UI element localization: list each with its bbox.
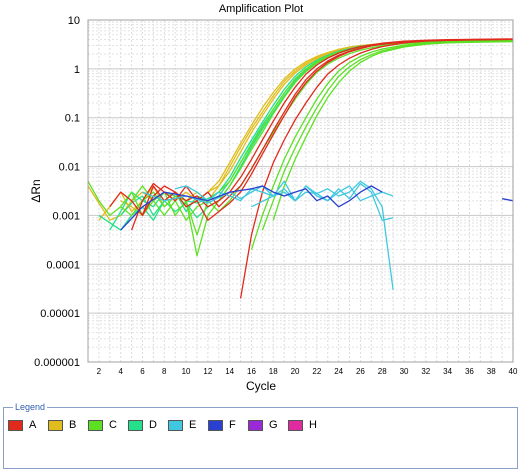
y-tick-label: 0.000001 [34, 357, 80, 369]
legend-item-e[interactable]: E [168, 419, 208, 431]
y-tick-label: 10 [68, 15, 80, 27]
plot-area: 0.0000010.000010.00010.0010.010.1110 246… [29, 3, 518, 393]
x-tick-label: 38 [487, 367, 496, 376]
amplification-chart: 0.000001 0.00001 0.0001 0.001 0.01 0.1 1 10 246… [0, 0, 521, 400]
legend-title: Legend [13, 401, 48, 413]
legend-swatch [248, 419, 263, 431]
series-line-f [501, 198, 514, 202]
legend-label: D [149, 419, 157, 431]
legend-panel: Legend A B C D E F G H [3, 401, 518, 469]
x-tick-label: 6 [140, 367, 145, 376]
legend-item-b[interactable]: B [48, 419, 88, 431]
y-tick-label: 0.01 [59, 162, 80, 174]
y-tick-label: 0.1 [65, 113, 80, 125]
x-tick-label: 32 [421, 367, 430, 376]
legend-label: A [29, 419, 37, 431]
legend-label: F [229, 419, 236, 431]
y-tick-label: 0.00001 [40, 308, 80, 320]
chart-title: Amplification Plot [219, 3, 303, 15]
x-tick-labels: 2 4 6 8 10 12 14 16 18 20 22 24 26 28 30 32 34 36 38 40 [97, 367, 518, 376]
y-tick-label: 1 [74, 64, 80, 76]
x-tick-label: 4 [118, 367, 123, 376]
x-tick-label: 34 [443, 367, 452, 376]
x-tick-label: 10 [182, 367, 191, 376]
x-tick-label: 22 [312, 367, 321, 376]
x-tick-label: 26 [356, 367, 365, 376]
x-tick-label: 20 [291, 367, 300, 376]
x-tick-label: 2 [97, 367, 102, 376]
legend-label: G [269, 419, 278, 431]
x-tick-label: 40 [509, 367, 518, 376]
legend-swatch [288, 419, 303, 431]
legend-label: H [309, 419, 317, 431]
legend-swatch [168, 419, 183, 431]
legend-item-a[interactable]: A [8, 419, 48, 431]
x-tick-label: 14 [225, 367, 234, 376]
legend-swatch [208, 419, 223, 431]
legend-item-d[interactable]: D [128, 419, 168, 431]
series-line-e [142, 180, 394, 290]
legend-item-c[interactable]: C [88, 419, 128, 431]
legend-label: E [189, 419, 197, 431]
x-tick-label: 30 [400, 367, 409, 376]
legend-swatch [48, 419, 63, 431]
legend-label: B [69, 419, 77, 431]
legend-item-f[interactable]: F [208, 419, 248, 431]
legend-swatch [8, 419, 23, 431]
y-tick-label: 0.001 [52, 210, 80, 222]
legend-label: C [109, 419, 117, 431]
x-tick-label: 24 [334, 367, 343, 376]
y-axis-label: ΔRn [29, 179, 43, 202]
x-tick-label: 12 [203, 367, 212, 376]
legend-item-g[interactable]: G [248, 419, 288, 431]
x-tick-label: 28 [378, 367, 387, 376]
legend-item-h[interactable]: H [288, 419, 328, 431]
y-tick-label: 0.0001 [46, 259, 80, 271]
legend-swatch [88, 419, 103, 431]
x-tick-label: 36 [465, 367, 474, 376]
x-tick-label: 18 [269, 367, 278, 376]
x-tick-label: 8 [162, 367, 167, 376]
x-tick-label: 16 [247, 367, 256, 376]
legend-items: A B C D E F G H [8, 419, 328, 431]
legend-swatch [128, 419, 143, 431]
x-axis-label: Cycle [246, 379, 276, 393]
